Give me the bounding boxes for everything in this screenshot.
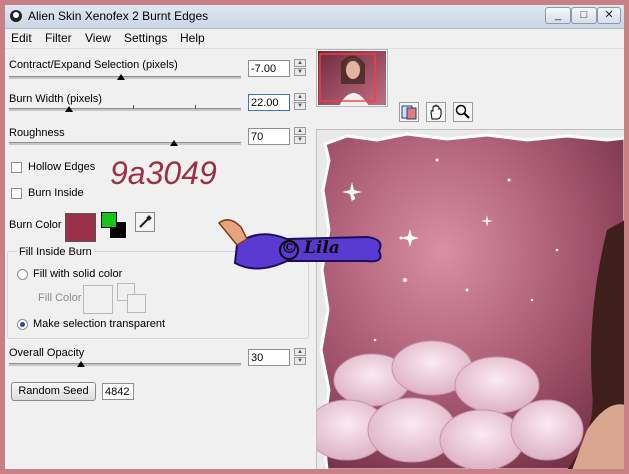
preview-image: [317, 130, 624, 469]
menu-view[interactable]: View: [85, 31, 111, 45]
outer-frame: Alien Skin Xenofex 2 Burnt Edges _ □ ✕ E…: [0, 0, 629, 474]
overall-opacity-label: Overall Opacity: [9, 347, 85, 359]
fill-solid-radio[interactable]: [17, 269, 28, 280]
burn-inside-label: Burn Inside: [28, 187, 84, 199]
hex-color-text: 9a3049: [110, 155, 217, 191]
close-button[interactable]: ✕: [597, 7, 621, 24]
hand-icon: [430, 104, 442, 120]
menu-bar: Edit Filter View Settings Help: [5, 29, 624, 49]
burn-width-label: Burn Width (pixels): [9, 93, 102, 105]
color-mode-swatches[interactable]: [100, 211, 130, 241]
app-icon: [10, 10, 22, 22]
menu-filter[interactable]: Filter: [45, 31, 72, 45]
contract-expand-input[interactable]: -7.00: [248, 60, 290, 77]
roughness-spinner[interactable]: ▲ ▼: [294, 127, 306, 145]
make-transparent-radio[interactable]: [17, 319, 28, 330]
burn-width-thumb[interactable]: [65, 106, 73, 112]
contract-expand-thumb[interactable]: [117, 74, 125, 80]
image-preview[interactable]: [316, 129, 624, 469]
burn-width-slider[interactable]: [9, 108, 241, 111]
menu-edit[interactable]: Edit: [11, 31, 32, 45]
maximize-button[interactable]: □: [571, 7, 597, 24]
roughness-input[interactable]: 70: [248, 128, 290, 145]
roughness-label: Roughness: [9, 127, 65, 139]
overall-opacity-input[interactable]: 30: [248, 349, 290, 366]
roughness-thumb[interactable]: [170, 140, 178, 146]
fill-color-swatch[interactable]: [83, 285, 113, 314]
burn-color-swatch[interactable]: [65, 213, 96, 242]
burn-color-label: Burn Color: [9, 219, 62, 231]
contract-expand-slider[interactable]: [9, 76, 241, 79]
lila-logo: © Lila: [217, 217, 387, 275]
burn-inside-checkbox[interactable]: [11, 188, 22, 199]
roughness-slider[interactable]: [9, 142, 241, 145]
contract-expand-label: Contract/Expand Selection (pixels): [9, 59, 178, 71]
random-seed-button[interactable]: Random Seed: [11, 382, 96, 401]
fill-solid-label: Fill with solid color: [33, 268, 123, 280]
slider-tick: [133, 105, 134, 109]
zoom-icon: [455, 104, 470, 119]
overall-opacity-thumb[interactable]: [77, 361, 85, 367]
fill-group-title: Fill Inside Burn: [17, 246, 94, 258]
fill-color-label: Fill Color: [38, 292, 82, 304]
window-title: Alien Skin Xenofex 2 Burnt Edges: [28, 9, 209, 23]
title-bar[interactable]: Alien Skin Xenofex 2 Burnt Edges _ □ ✕: [5, 5, 624, 29]
overall-opacity-slider[interactable]: [9, 363, 241, 366]
burn-width-input[interactable]: 22.00: [248, 94, 290, 111]
slider-tick: [195, 105, 196, 109]
fill-color-mode-swatches[interactable]: [117, 283, 149, 315]
menu-settings[interactable]: Settings: [124, 31, 167, 45]
compare-button[interactable]: [399, 102, 419, 122]
contract-expand-spinner[interactable]: ▲ ▼: [294, 59, 306, 77]
compare-icon: [401, 105, 417, 120]
logo-text: © Lila: [281, 238, 340, 258]
overall-opacity-spinner[interactable]: ▲ ▼: [294, 348, 306, 366]
hand-tool-button[interactable]: [426, 102, 446, 122]
hollow-edges-checkbox[interactable]: [11, 162, 22, 173]
make-transparent-label: Make selection transparent: [33, 318, 166, 330]
thumbnail-image: [318, 51, 386, 106]
zoom-tool-button[interactable]: [453, 102, 473, 122]
random-seed-input[interactable]: 4842: [102, 383, 134, 400]
hollow-edges-label: Hollow Edges: [28, 161, 96, 173]
app-window: Alien Skin Xenofex 2 Burnt Edges _ □ ✕ E…: [5, 5, 624, 469]
color-picker-icon[interactable]: [135, 212, 155, 232]
minimize-button[interactable]: _: [545, 7, 571, 24]
menu-help[interactable]: Help: [180, 31, 205, 45]
navigator-thumbnail[interactable]: [316, 49, 388, 107]
burn-width-spinner[interactable]: ▲ ▼: [294, 93, 306, 111]
